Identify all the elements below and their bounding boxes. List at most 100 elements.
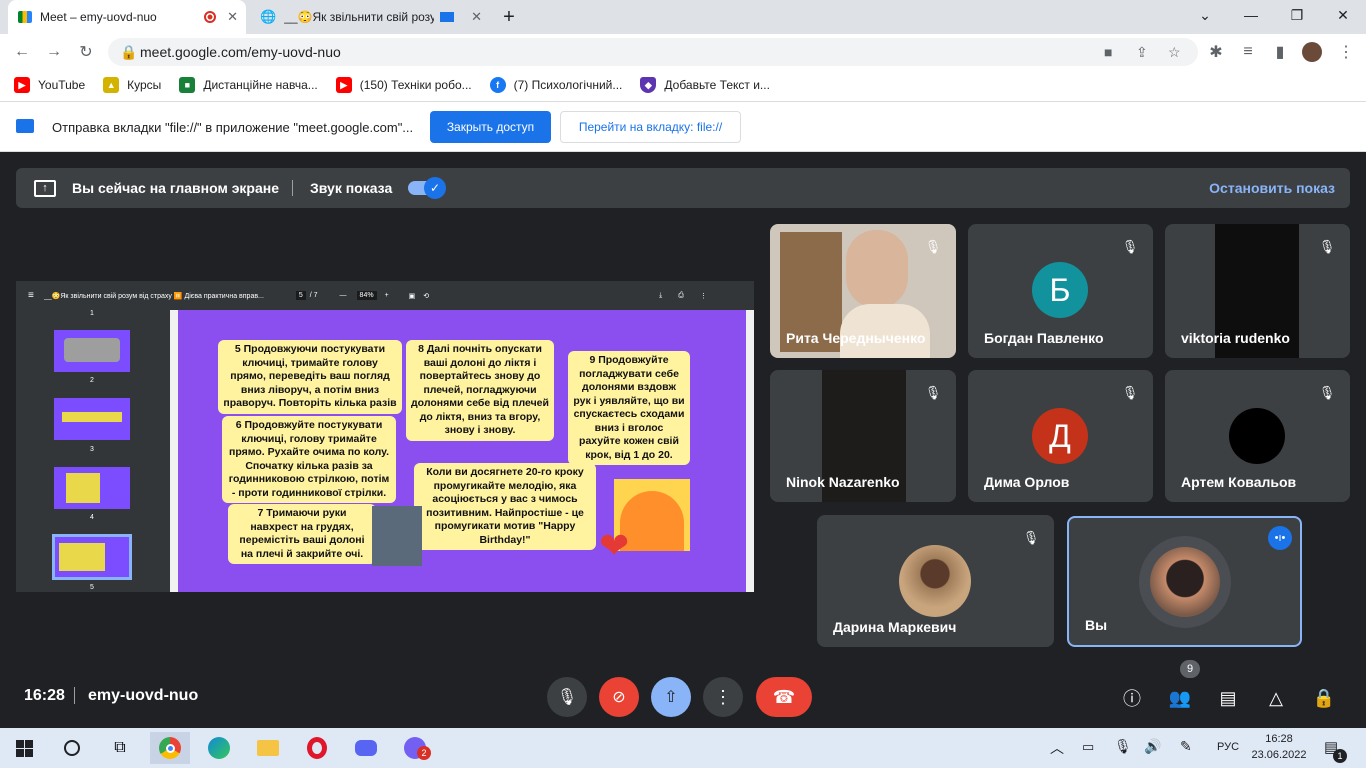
meeting-time: 16:28: [24, 687, 65, 704]
print-icon: ⎙: [678, 291, 684, 299]
chat-button[interactable]: ▤: [1214, 684, 1242, 712]
bookmark-courses[interactable]: ▲ Курсы: [103, 77, 161, 93]
taskbar-viber[interactable]: 2: [395, 732, 435, 764]
participant-name: Вы: [1085, 617, 1108, 633]
sound-toggle[interactable]: ✓: [408, 177, 446, 199]
chevron-up-icon[interactable]: ︿: [1050, 738, 1064, 758]
thumb-number: 4: [90, 514, 94, 521]
taskbar-opera[interactable]: [297, 732, 337, 764]
bookmark-classroom[interactable]: ■ Дистанційне навча...: [179, 77, 318, 93]
leave-call-button[interactable]: ☎: [756, 677, 812, 717]
menu-icon[interactable]: ⋮: [1334, 41, 1358, 63]
share-icon[interactable]: ⇪: [1136, 44, 1148, 61]
mic-off-icon: 🎙: [1022, 530, 1040, 545]
close-tab-icon[interactable]: ✕: [471, 9, 482, 25]
infobar-message: Отправка вкладки "file://" в приложение …: [52, 120, 414, 135]
bookmark-facebook[interactable]: f (7) Психологічний...: [489, 77, 622, 93]
stop-sharing-button[interactable]: Закрыть доступ: [430, 111, 551, 143]
taskbar-edge[interactable]: [199, 732, 239, 764]
participant-tile[interactable]: 🎙 Рита Чередныченко: [770, 224, 956, 358]
bookmark-add-text[interactable]: ◆ Добавьте Текст и...: [640, 77, 770, 93]
close-tab-icon[interactable]: ✕: [227, 9, 238, 25]
pdf-toolbar: ≡ __😳Як звільнити свій розум від страху …: [16, 281, 754, 310]
taskbar-chrome[interactable]: [150, 732, 190, 764]
back-icon[interactable]: ←: [10, 41, 34, 63]
more-options-button[interactable]: ⋮: [703, 677, 743, 717]
side-panel-icon[interactable]: ▮: [1268, 41, 1292, 63]
volume-icon[interactable]: 🔊: [1144, 738, 1161, 755]
microphone-button[interactable]: 🎙: [547, 677, 587, 717]
microphone-tray-icon[interactable]: 🎙: [1114, 738, 1132, 755]
zoom-out-icon: —: [339, 292, 347, 299]
slide-step-10: Коли ви досягнете 20-го кроку промугикай…: [414, 463, 596, 550]
participant-name: Рита Чередныченко: [786, 330, 926, 346]
present-button[interactable]: ⇧: [651, 677, 691, 717]
maximize-button[interactable]: ❐: [1274, 0, 1320, 30]
camera-icon[interactable]: ■: [1104, 44, 1112, 60]
participant-tile[interactable]: 🎙 Дарина Маркевич: [817, 515, 1054, 647]
participant-tile[interactable]: 🎙 Ninok Nazarenko: [770, 370, 956, 502]
more-icon: ⋮: [714, 686, 732, 707]
bookmark-techniques[interactable]: ▶ (150) Техніки робо...: [335, 77, 472, 93]
switch-tab-button[interactable]: Перейти на вкладку: file://: [560, 111, 741, 143]
participant-tile[interactable]: Д 🎙 Дима Орлов: [968, 370, 1153, 502]
start-button[interactable]: [4, 732, 44, 764]
slide: 5 Продовжуючи постукувати ключиці, трима…: [178, 310, 746, 592]
tab-title: __😳Як звільнити свій розу: [284, 10, 435, 24]
tab-title: Meet – emy-uovd-nuo: [40, 10, 157, 24]
mic-off-icon: 🎙: [1121, 385, 1139, 400]
viber-badge: 2: [417, 746, 431, 760]
participant-name: Богдан Павленко: [984, 330, 1104, 346]
camera-button[interactable]: ⊘: [599, 677, 639, 717]
reload-icon[interactable]: ↻: [74, 41, 98, 63]
battery-icon[interactable]: ▭: [1082, 739, 1094, 755]
minimize-button[interactable]: —: [1228, 0, 1274, 30]
address-bar[interactable]: 🔒 meet.google.com/emy-uovd-nuo ■ ⇪ ☆: [108, 38, 1198, 66]
mic-off-icon: 🎙: [1121, 239, 1139, 254]
people-button[interactable]: 👥: [1166, 684, 1194, 712]
clock-date[interactable]: 23.06.2022: [1250, 749, 1308, 761]
media-control-icon[interactable]: ≡: [1236, 41, 1260, 63]
self-tile[interactable]: •ı• Вы: [1067, 516, 1302, 647]
avatar-photo: [1150, 547, 1220, 617]
browser-toolbar: ← → ↻ 🔒 meet.google.com/emy-uovd-nuo ■ ⇪…: [0, 34, 1366, 70]
task-view-button[interactable]: ⧉: [100, 732, 140, 764]
shield-icon: ◆: [640, 77, 657, 93]
close-window-button[interactable]: ✕: [1320, 0, 1366, 30]
stop-presenting-button[interactable]: Остановить показ: [1209, 180, 1335, 196]
folder-icon: [257, 740, 279, 756]
taskbar-discord[interactable]: [346, 732, 386, 764]
tab-search-icon[interactable]: ⌄: [1182, 0, 1228, 30]
extensions-icon[interactable]: ✱: [1204, 41, 1228, 63]
profile-avatar[interactable]: [1302, 42, 1322, 62]
tab-pdf[interactable]: 🌐 __😳Як звільнити свій розу ✕: [250, 0, 490, 34]
participant-tile[interactable]: 🎙 Артем Ковальов: [1165, 370, 1350, 502]
camera-off-icon: ⊘: [612, 689, 626, 706]
tab-meet[interactable]: Meet – emy-uovd-nuo ✕: [8, 0, 246, 34]
host-controls-button[interactable]: 🔒: [1310, 684, 1338, 712]
tab-share-icon: [16, 119, 34, 133]
pen-icon[interactable]: ✎: [1180, 738, 1192, 755]
participant-tile[interactable]: Б 🎙 Богдан Павленко: [968, 224, 1153, 358]
thumb-number: 3: [90, 446, 94, 453]
participant-name: Дима Орлов: [984, 474, 1070, 490]
people-count-badge: 9: [1180, 660, 1200, 678]
clock-time[interactable]: 16:28: [1254, 733, 1304, 745]
activities-button[interactable]: △: [1262, 684, 1290, 712]
taskbar-explorer[interactable]: [248, 732, 288, 764]
opera-icon: [307, 737, 327, 759]
page-scrollbar: [746, 310, 754, 592]
notification-badge: 1: [1333, 749, 1347, 763]
rotate-icon: ⟲: [423, 292, 430, 300]
participant-tile[interactable]: 🎙 viktoria rudenko: [1165, 224, 1350, 358]
forward-icon[interactable]: →: [42, 41, 66, 63]
language-indicator[interactable]: РУС: [1217, 741, 1239, 753]
sharing-infobar: Отправка вкладки "file://" в приложение …: [0, 101, 1366, 152]
avatar: [1229, 408, 1285, 464]
bookmark-youtube[interactable]: ▶ YouTube: [14, 77, 85, 93]
new-tab-button[interactable]: +: [498, 6, 520, 28]
search-button[interactable]: [52, 732, 92, 764]
meeting-details-button[interactable]: ⓘ: [1118, 684, 1146, 712]
video-face: [846, 230, 908, 308]
bookmark-star-icon[interactable]: ☆: [1168, 44, 1181, 61]
